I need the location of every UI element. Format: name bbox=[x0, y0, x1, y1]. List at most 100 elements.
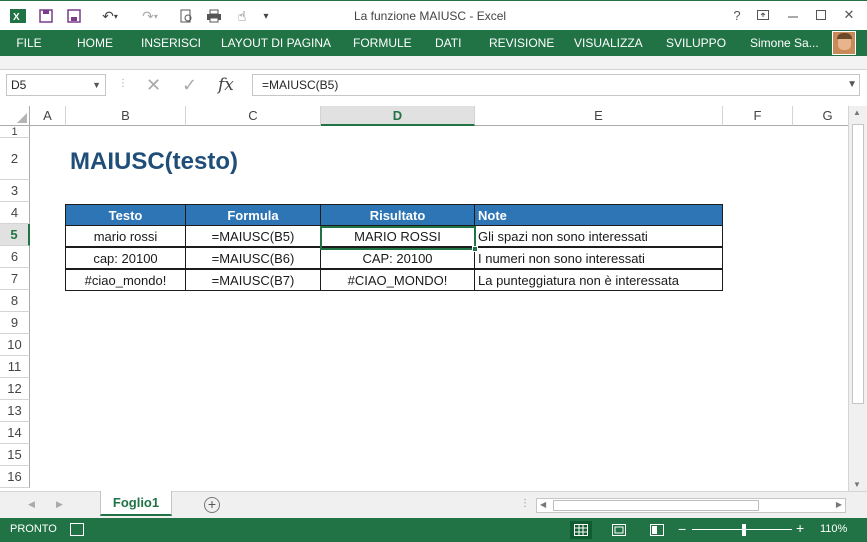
column-header-e[interactable]: E bbox=[475, 106, 723, 126]
column-header-d[interactable]: D bbox=[321, 106, 475, 126]
row-header-16[interactable]: 16 bbox=[0, 466, 30, 488]
redo-icon[interactable]: ↷ ▾ bbox=[136, 6, 164, 26]
table-cell[interactable]: =MAIUSC(B5) bbox=[185, 225, 321, 247]
tab-dati[interactable]: DATI bbox=[435, 30, 461, 56]
zoom-slider-thumb[interactable] bbox=[742, 524, 746, 536]
table-cell[interactable]: I numeri non sono interessati bbox=[474, 247, 723, 269]
table-cell[interactable]: #CIAO_MONDO! bbox=[320, 269, 475, 291]
chevron-down-icon[interactable]: ▼ bbox=[92, 75, 101, 95]
splitter-icon[interactable]: ⋮ bbox=[118, 78, 128, 89]
name-box[interactable]: D5 ▼ bbox=[6, 74, 106, 96]
user-name[interactable]: Simone Sa... bbox=[750, 30, 819, 56]
table-header-risultato[interactable]: Risultato bbox=[320, 204, 475, 226]
formula-buttons: ✕ ✓ fx bbox=[130, 74, 246, 96]
row-header-13[interactable]: 13 bbox=[0, 400, 30, 422]
scroll-up-icon[interactable]: ▲ bbox=[853, 108, 861, 117]
scroll-left-icon[interactable]: ◀ bbox=[540, 500, 546, 509]
vertical-scroll-thumb[interactable] bbox=[852, 124, 864, 404]
add-sheet-button[interactable]: + bbox=[204, 497, 220, 513]
row-header-7[interactable]: 7 bbox=[0, 268, 30, 290]
print-preview-icon[interactable] bbox=[176, 6, 196, 26]
table-cell[interactable]: CAP: 20100 bbox=[320, 247, 475, 269]
page-layout-view-icon[interactable] bbox=[608, 521, 630, 539]
maximize-icon[interactable] bbox=[810, 5, 832, 25]
minimize-icon[interactable] bbox=[782, 5, 804, 25]
touch-mode-icon[interactable]: ☝ bbox=[232, 6, 252, 26]
confirm-icon[interactable]: ✓ bbox=[182, 75, 197, 96]
save-as-icon[interactable] bbox=[64, 6, 84, 26]
horizontal-scroll-thumb[interactable] bbox=[553, 500, 759, 511]
tab-file[interactable]: FILE bbox=[0, 30, 58, 56]
table-cell[interactable]: Gli spazi non sono interessati bbox=[474, 225, 723, 247]
customize-qat-icon[interactable]: ▾ bbox=[260, 6, 272, 26]
vertical-scrollbar[interactable]: ▲ ▼ bbox=[848, 106, 867, 491]
table-cell[interactable]: =MAIUSC(B7) bbox=[185, 269, 321, 291]
close-icon[interactable]: ✕ bbox=[838, 5, 860, 25]
cancel-icon[interactable]: ✕ bbox=[146, 75, 161, 96]
tab-layout-di-pagina[interactable]: LAYOUT DI PAGINA bbox=[221, 30, 331, 56]
insert-function-icon[interactable]: fx bbox=[218, 75, 234, 95]
row-header-4[interactable]: 4 bbox=[0, 202, 30, 224]
normal-view-icon[interactable] bbox=[570, 521, 592, 539]
zoom-level[interactable]: 110% bbox=[820, 523, 847, 535]
row-header-14[interactable]: 14 bbox=[0, 422, 30, 444]
ribbon-display-icon[interactable] bbox=[752, 5, 774, 25]
undo-icon[interactable]: ↶ ▾ bbox=[96, 6, 124, 26]
table-cell[interactable]: La punteggiatura non è interessata bbox=[474, 269, 723, 291]
table-header-note[interactable]: Note bbox=[474, 204, 723, 226]
sheet-tab-foglio1[interactable]: Foglio1 bbox=[100, 491, 172, 516]
row-header-11[interactable]: 11 bbox=[0, 356, 30, 378]
expand-formula-icon[interactable]: ▼ bbox=[847, 75, 857, 95]
row-header-9[interactable]: 9 bbox=[0, 312, 30, 334]
tab-sviluppo[interactable]: SVILUPPO bbox=[666, 30, 726, 56]
column-header-g[interactable]: G bbox=[793, 106, 848, 126]
table-header-testo[interactable]: Testo bbox=[65, 204, 186, 226]
scroll-down-icon[interactable]: ▼ bbox=[853, 480, 861, 489]
column-header-c[interactable]: C bbox=[186, 106, 321, 126]
avatar[interactable] bbox=[832, 31, 856, 55]
table-cell[interactable]: mario rossi bbox=[65, 225, 186, 247]
table-cell[interactable]: =MAIUSC(B6) bbox=[185, 247, 321, 269]
worksheet-grid[interactable]: A B C D E F G 1 2 3 4 5 6 7 8 9 10 11 12… bbox=[0, 106, 848, 491]
tab-inserisci[interactable]: INSERISCI bbox=[141, 30, 201, 56]
save-icon[interactable] bbox=[36, 6, 56, 26]
scroll-right-icon[interactable]: ▶ bbox=[836, 500, 842, 509]
macro-recording-icon[interactable] bbox=[70, 523, 84, 536]
column-header-f[interactable]: F bbox=[723, 106, 793, 126]
zoom-in-button[interactable]: + bbox=[796, 520, 804, 536]
row-header-10[interactable]: 10 bbox=[0, 334, 30, 356]
formula-input[interactable]: =MAIUSC(B5) ▼ bbox=[252, 74, 860, 96]
row-header-6[interactable]: 6 bbox=[0, 246, 30, 268]
column-header-a[interactable]: A bbox=[30, 106, 66, 126]
select-all-corner[interactable] bbox=[0, 106, 30, 126]
tab-revisione[interactable]: REVISIONE bbox=[489, 30, 554, 56]
tab-splitter-icon[interactable]: ⋮ bbox=[520, 498, 530, 509]
column-header-b[interactable]: B bbox=[66, 106, 186, 126]
name-box-value: D5 bbox=[11, 78, 27, 92]
table-cell[interactable]: MARIO ROSSI bbox=[320, 225, 475, 247]
status-text: PRONTO bbox=[10, 523, 57, 535]
table-header-formula[interactable]: Formula bbox=[185, 204, 321, 226]
row-header-2[interactable]: 2 bbox=[0, 138, 30, 180]
tab-formule[interactable]: FORMULE bbox=[353, 30, 412, 56]
row-header-15[interactable]: 15 bbox=[0, 444, 30, 466]
horizontal-scrollbar[interactable]: ◀ ▶ bbox=[536, 498, 846, 513]
status-bar: PRONTO − + 110% bbox=[0, 518, 867, 542]
row-header-1[interactable]: 1 bbox=[0, 126, 30, 138]
table-cell[interactable]: cap: 20100 bbox=[65, 247, 186, 269]
help-button[interactable]: ? bbox=[726, 5, 748, 25]
row-header-12[interactable]: 12 bbox=[0, 378, 30, 400]
tab-home[interactable]: HOME bbox=[77, 30, 113, 56]
table-cell[interactable]: #ciao_mondo! bbox=[65, 269, 186, 291]
page-break-view-icon[interactable] bbox=[646, 521, 668, 539]
print-icon[interactable] bbox=[204, 6, 224, 26]
row-header-3[interactable]: 3 bbox=[0, 180, 30, 202]
row-header-5[interactable]: 5 bbox=[0, 224, 30, 246]
zoom-out-button[interactable]: − bbox=[678, 521, 686, 537]
prev-sheet-icon[interactable]: ◀ bbox=[28, 499, 35, 510]
sheet-heading[interactable]: MAIUSC(testo) bbox=[70, 148, 238, 176]
row-header-8[interactable]: 8 bbox=[0, 290, 30, 312]
formula-bar: D5 ▼ ⋮ ✕ ✓ fx =MAIUSC(B5) ▼ bbox=[0, 70, 867, 100]
next-sheet-icon[interactable]: ▶ bbox=[56, 499, 63, 510]
tab-visualizza[interactable]: VISUALIZZA bbox=[574, 30, 643, 56]
